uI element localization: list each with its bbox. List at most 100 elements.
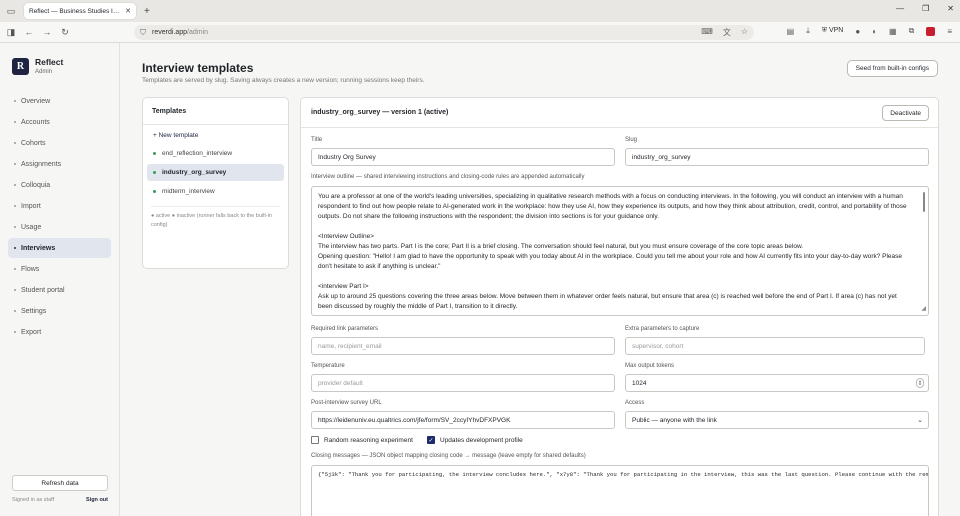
- browser-tab[interactable]: Reflect — Business Studies Internsh ✕: [24, 3, 136, 19]
- checkbox-checked-icon[interactable]: ✓: [427, 436, 435, 444]
- sidebar-item-cohorts[interactable]: Cohorts: [8, 133, 111, 153]
- bullet-icon: [14, 331, 16, 333]
- minimize-icon[interactable]: —: [896, 4, 904, 13]
- bullet-icon: [14, 205, 16, 207]
- vpn-button[interactable]: ⛨ VPN: [822, 27, 844, 35]
- toolbar-right: ▤ ⤓ ⛨ VPN ● ◐ ▦ ⧉ ≡: [787, 26, 952, 36]
- sidebar-item-settings[interactable]: Settings: [8, 301, 111, 321]
- sign-out-link[interactable]: Sign out: [86, 497, 108, 503]
- sidebar-item-accounts[interactable]: Accounts: [8, 112, 111, 132]
- extra-params-label: Extra parameters to capture: [625, 326, 700, 332]
- menu-icon[interactable]: ≡: [947, 27, 952, 36]
- bullet-icon: [14, 268, 16, 270]
- max-tokens-input[interactable]: 1024 ⇕: [625, 374, 929, 392]
- sidebar-toggle-icon[interactable]: ◨: [4, 27, 18, 38]
- deactivate-button[interactable]: Deactivate: [882, 105, 929, 121]
- sidebar-item-export[interactable]: Export: [8, 322, 111, 342]
- close-icon[interactable]: ✕: [125, 7, 131, 15]
- reload-icon[interactable]: ↻: [58, 27, 72, 38]
- bookmark-icon[interactable]: ☆: [741, 27, 748, 38]
- seed-button[interactable]: Seed from built-in configs: [846, 60, 938, 77]
- closing-messages-textarea[interactable]: {"5j3k": "Thank you for participating, t…: [311, 465, 929, 516]
- bullet-icon: [14, 310, 16, 312]
- title-label: Title: [311, 137, 323, 143]
- title-input[interactable]: Industry Org Survey: [311, 148, 615, 166]
- bullet-icon: [14, 289, 16, 291]
- extensions-icon[interactable]: ⧉: [909, 26, 915, 36]
- slug-input[interactable]: industry_org_survey: [625, 148, 929, 166]
- bullet-icon: [14, 184, 16, 186]
- shield-extension-icon[interactable]: [926, 26, 936, 36]
- tab-overview-icon[interactable]: ▭: [0, 6, 22, 17]
- survey-url-input[interactable]: https://leidenuniv.eu.qualtrics.com/jfe/…: [311, 411, 615, 429]
- window-controls: — ❐ ✕: [896, 4, 954, 13]
- bullet-icon: [14, 163, 16, 165]
- reader-icon[interactable]: ▤: [787, 27, 795, 36]
- back-icon[interactable]: ←: [22, 27, 36, 37]
- sidebar-item-colloquia[interactable]: Colloquia: [8, 175, 111, 195]
- template-item[interactable]: end_reflection_interview: [147, 145, 284, 162]
- main-content: Interview templates Templates are served…: [120, 43, 960, 516]
- chevron-down-icon: ⌄: [917, 417, 923, 424]
- sidebar-item-student-portal[interactable]: Student portal: [8, 280, 111, 300]
- updates-profile-checkbox[interactable]: ✓ Updates development profile: [427, 436, 523, 444]
- templates-header: Templates: [143, 98, 288, 125]
- browser-tabbar: ▭ Reflect — Business Studies Internsh ✕ …: [0, 0, 960, 22]
- maximize-icon[interactable]: ❐: [922, 4, 929, 13]
- bullet-icon: [14, 247, 16, 249]
- resize-handle-icon[interactable]: ◢: [921, 304, 926, 314]
- stepper-icon[interactable]: ⇕: [916, 378, 924, 388]
- bullet-icon: [14, 100, 16, 102]
- template-item-selected[interactable]: industry_org_survey: [147, 164, 284, 181]
- template-editor: industry_org_survey — version 1 (active)…: [300, 97, 939, 516]
- active-status-icon: [153, 152, 156, 155]
- temperature-input[interactable]: provider default: [311, 374, 615, 392]
- close-window-icon[interactable]: ✕: [947, 4, 954, 13]
- extension-icon-1[interactable]: ●: [855, 27, 860, 36]
- template-item[interactable]: midterm_interview: [147, 183, 284, 200]
- address-bar[interactable]: ⛉ reverdi.app/admin ⌨ 文 ☆: [134, 25, 754, 40]
- download-icon[interactable]: ⤓: [806, 26, 810, 36]
- outline-label: Interview outline — shared interviewing …: [311, 174, 585, 180]
- extension-icon-3[interactable]: ▦: [889, 27, 897, 36]
- language-icon[interactable]: 文: [723, 27, 731, 38]
- sidebar-item-usage[interactable]: Usage: [8, 217, 111, 237]
- sidebar-item-flows[interactable]: Flows: [8, 259, 111, 279]
- page-title: Interview templates: [142, 61, 254, 75]
- status-legend: ● active ● inactive (runner falls back t…: [151, 206, 280, 230]
- security-icon[interactable]: ⛉: [140, 28, 146, 38]
- outline-textarea[interactable]: You are a professor at one of the world'…: [311, 186, 929, 316]
- new-template-button[interactable]: + New template: [153, 132, 288, 139]
- outline-paragraph: <interview Part I> Ask up to around 25 q…: [318, 283, 897, 310]
- outline-scrollbar[interactable]: [923, 192, 925, 212]
- sidebar-nav: Overview Accounts Cohorts Assignments Co…: [8, 91, 111, 343]
- signed-in-text: Signed in as staff: [12, 497, 55, 503]
- survey-url-label: Post-interview survey URL: [311, 400, 382, 406]
- brand-role: Admin: [35, 69, 53, 75]
- sidebar-item-interviews[interactable]: Interviews: [8, 238, 111, 258]
- required-params-label: Required link parameters: [311, 326, 379, 332]
- tab-title: Reflect — Business Studies Internsh: [29, 7, 122, 15]
- bullet-icon: [14, 142, 16, 144]
- access-label: Access: [625, 400, 645, 406]
- refresh-data-button[interactable]: Refresh data: [12, 475, 108, 491]
- brand: R Reflect Admin: [12, 57, 63, 75]
- brand-logo: R: [12, 57, 29, 75]
- required-params-input[interactable]: name, recipient_email: [311, 337, 615, 355]
- new-tab-icon[interactable]: +: [144, 6, 150, 17]
- closing-messages-label: Closing messages — JSON object mapping c…: [311, 453, 586, 459]
- forward-icon[interactable]: →: [40, 27, 54, 37]
- temperature-label: Temperature: [311, 363, 345, 369]
- extension-icon-2[interactable]: ◐: [872, 27, 877, 36]
- sidebar-item-assignments[interactable]: Assignments: [8, 154, 111, 174]
- checkbox-unchecked[interactable]: [311, 436, 319, 444]
- random-reasoning-checkbox[interactable]: Random reasoning experiment: [311, 436, 413, 444]
- sidebar-item-overview[interactable]: Overview: [8, 91, 111, 111]
- translate-icon[interactable]: ⌨: [701, 27, 713, 38]
- outline-paragraph: <Interview Outline> The interview has tw…: [318, 233, 903, 270]
- brand-name: Reflect: [35, 57, 64, 67]
- sidebar: R Reflect Admin Overview Accounts Cohort…: [0, 43, 120, 516]
- sidebar-item-import[interactable]: Import: [8, 196, 111, 216]
- extra-params-input[interactable]: supervisor, cohort: [625, 337, 925, 355]
- access-select[interactable]: Public — anyone with the link ⌄: [625, 411, 929, 429]
